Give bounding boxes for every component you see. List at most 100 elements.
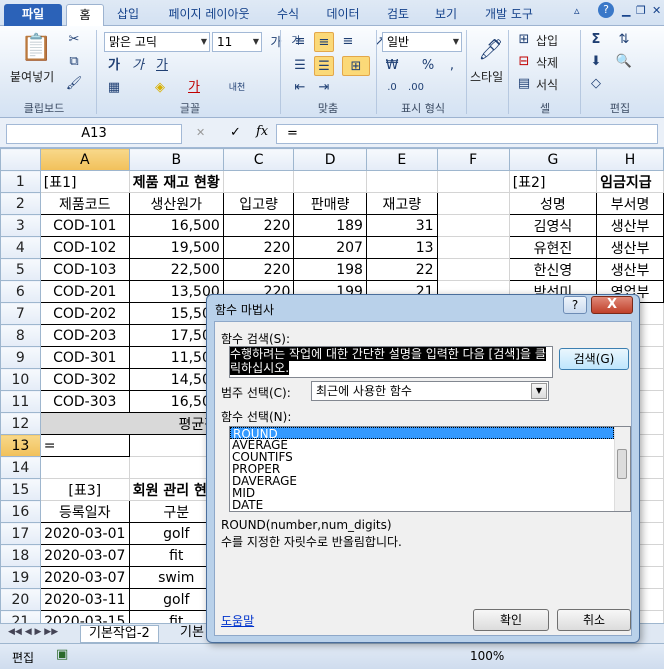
row-header[interactable]: 18 [0,544,41,567]
underline-button[interactable]: 가 [152,56,172,76]
formula-bar-cancel-icon[interactable]: ✕ [196,126,205,139]
decrease-decimal-icon[interactable]: .00 [406,78,426,98]
copy-icon[interactable]: ⧉ [64,52,84,72]
cell-a4[interactable]: COD-102 [39,236,130,259]
number-format-select[interactable]: 일반 ▼ [382,32,462,52]
row-header[interactable]: 9 [0,346,41,369]
function-item-date[interactable]: DATE [230,499,630,511]
cell-a9[interactable]: COD-301 [39,346,130,369]
tab-review[interactable]: 검토 [376,4,420,26]
function-list-scrollbar[interactable] [614,427,630,511]
insert-function-icon[interactable]: fx [256,124,268,139]
row-header[interactable]: 19 [0,566,41,589]
border-icon[interactable]: ▦ [104,78,124,98]
row-header[interactable]: 21 [0,610,41,623]
row-header[interactable]: 20 [0,588,41,611]
cell-a8[interactable]: COD-203 [39,324,130,347]
category-select[interactable]: 최근에 사용한 함수 ▼ [311,381,549,401]
cell-f5[interactable] [436,258,510,281]
cell-h4[interactable]: 생산부 [596,236,664,259]
fill-color-icon[interactable]: ◈ [150,78,170,98]
tab-developer[interactable]: 개발 도구 [474,4,544,26]
row-header[interactable]: 1 [0,170,41,193]
italic-button[interactable]: 가 [128,56,148,76]
formula-input[interactable]: = [276,124,658,144]
row-header[interactable]: 7 [0,302,41,325]
row-header[interactable]: 17 [0,522,41,545]
function-item-countifs[interactable]: COUNTIFS [230,451,630,463]
row-header[interactable]: 14 [0,456,41,479]
cell-f2[interactable] [436,192,510,215]
dialog-close-button[interactable]: X [591,296,633,314]
cell-a7[interactable]: COD-202 [39,302,130,325]
column-header-d[interactable]: D [293,148,367,171]
grow-font-button[interactable]: 가 [266,32,286,52]
percent-button[interactable]: % [418,56,438,76]
row-header[interactable]: 12 [0,412,41,435]
cell-a5[interactable]: COD-103 [39,258,130,281]
cell-a19[interactable]: 2020-03-07 [39,566,130,589]
cell-a3[interactable]: COD-101 [39,214,130,237]
cell-e4[interactable]: 13 [365,236,438,259]
cell-a18[interactable]: 2020-03-07 [39,544,130,567]
tab-data[interactable]: 데이터 [318,4,368,26]
cell-h1[interactable]: 임금지급 [596,170,664,193]
help-icon[interactable]: ? [598,2,614,18]
font-name-select[interactable]: 맑은 고딕 ▼ [104,32,210,52]
delete-cells-button[interactable]: 삭제 [536,54,558,71]
cell-a15[interactable]: [표3] [39,478,130,501]
tab-formulas[interactable]: 수식 [268,4,308,26]
row-header[interactable]: 4 [0,236,41,259]
cell-f4[interactable] [436,236,510,259]
row-header[interactable]: 2 [0,192,41,215]
ok-button[interactable]: 확인 [473,609,549,631]
row-header[interactable]: 10 [0,368,41,391]
phonetic-button[interactable]: 내천 [224,78,250,98]
cell-g5[interactable]: 한신영 [508,258,598,281]
cell-d3[interactable]: 189 [293,214,367,237]
cell-h3[interactable]: 생산부 [596,214,664,237]
find-select-icon[interactable]: 🔍 [614,52,634,72]
window-minimize-icon[interactable]: ▁ [622,4,630,17]
cell-e5[interactable]: 22 [365,258,438,281]
cell-d1[interactable] [293,170,367,193]
cell-h5[interactable]: 생산부 [596,258,664,281]
tab-insert[interactable]: 삽입 [108,4,148,26]
column-header-a[interactable]: A [39,148,130,171]
cell-e2[interactable]: 재고량 [365,192,438,215]
cell-g1[interactable]: [표2] [508,170,598,193]
macro-record-icon[interactable]: ▣ [56,647,68,662]
column-header-b[interactable]: B [128,148,224,171]
window-restore-icon[interactable]: ❐ [636,4,646,17]
cell-c4[interactable]: 220 [222,236,295,259]
cut-icon[interactable]: ✂ [64,30,84,50]
name-box[interactable]: A13 [6,124,182,144]
cell-a17[interactable]: 2020-03-01 [39,522,130,545]
cell-c2[interactable]: 입고량 [222,192,295,215]
tab-view[interactable]: 보기 [426,4,466,26]
cell-g3[interactable]: 김영식 [508,214,598,237]
format-painter-icon[interactable]: 🖌 [64,74,84,94]
cell-a6[interactable]: COD-201 [39,280,130,303]
clear-icon[interactable]: ◇ [586,74,606,94]
align-middle-icon[interactable]: ≡ [314,32,334,52]
row-header[interactable]: 8 [0,324,41,347]
chevron-down-icon[interactable]: ▼ [531,383,547,399]
cancel-button[interactable]: 취소 [557,609,631,631]
row-header[interactable]: 3 [0,214,41,237]
cell-a1[interactable]: [표1] [39,170,130,193]
decrease-indent-icon[interactable]: ⇤ [290,78,310,98]
cell-e3[interactable]: 31 [365,214,438,237]
font-color-button[interactable]: 가 [184,78,204,98]
currency-icon[interactable]: ₩ [382,56,402,76]
cell-c1[interactable] [222,170,295,193]
cell-c3[interactable]: 220 [222,214,295,237]
cell-f1[interactable] [436,170,510,193]
align-left-icon[interactable]: ☰ [290,56,310,76]
tab-page-layout[interactable]: 페이지 레이아웃 [154,4,264,26]
row-header[interactable]: 6 [0,280,41,303]
column-header-e[interactable]: E [365,148,438,171]
paste-button[interactable]: 붙여넣기 [10,68,54,85]
sheet-nav-arrows-icon[interactable]: ◀◀ ◀ ▶ ▶▶ [8,627,58,637]
cell-a16[interactable]: 등록일자 [39,500,130,523]
